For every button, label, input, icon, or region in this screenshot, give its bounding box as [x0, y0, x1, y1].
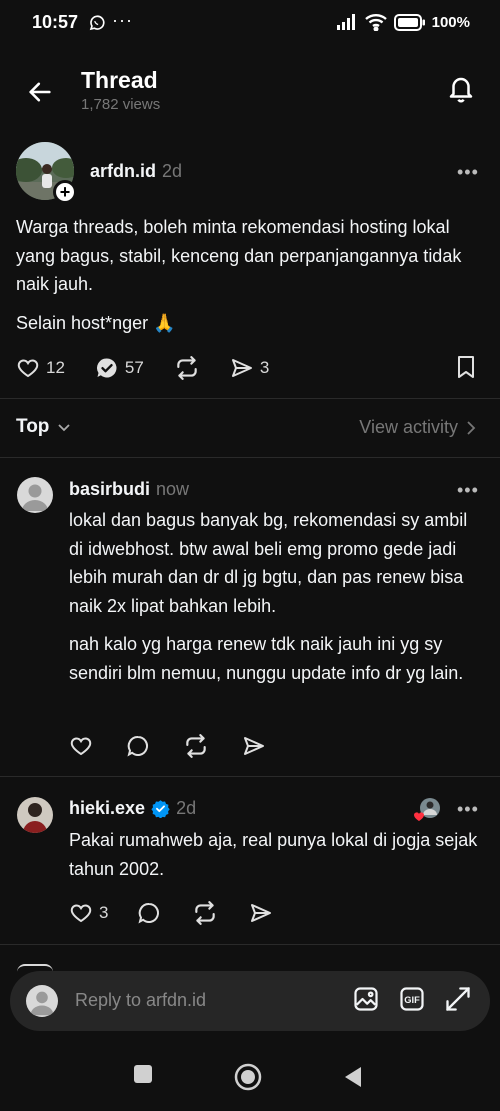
- avatar[interactable]: [17, 797, 53, 833]
- reply-button[interactable]: [137, 901, 161, 925]
- heart-icon: [70, 904, 92, 923]
- reply-input[interactable]: Reply to arfdn.id: [75, 990, 206, 1011]
- wifi-icon: [364, 14, 387, 31]
- liked-by-author-icon: [413, 797, 441, 823]
- reply-author[interactable]: basirbudi now: [69, 479, 189, 500]
- post-paragraph: Warga threads, boleh minta rekomendasi h…: [16, 217, 462, 294]
- more-options-icon[interactable]: •••: [457, 799, 479, 820]
- back-nav-button[interactable]: [343, 1066, 363, 1088]
- reply-count: 57: [124, 358, 144, 377]
- like-count: 12: [46, 358, 65, 377]
- follow-plus-icon[interactable]: +: [53, 180, 77, 204]
- like-button[interactable]: 3: [69, 901, 108, 925]
- like-count: 3: [99, 903, 109, 922]
- avatar: [26, 985, 58, 1017]
- recents-nav-button[interactable]: [133, 1064, 153, 1084]
- reply-time: now: [156, 479, 190, 499]
- reply-icon: [96, 358, 117, 378]
- divider: [0, 944, 500, 945]
- chevron-right-icon: [467, 420, 476, 435]
- repost-icon: [186, 734, 206, 758]
- reply-author-name[interactable]: hieki.exe: [69, 798, 145, 819]
- share-button[interactable]: 3: [230, 356, 269, 380]
- share-icon: [231, 359, 252, 377]
- avatar[interactable]: [17, 477, 53, 513]
- svg-text:GIF: GIF: [404, 995, 420, 1005]
- heart-icon: [17, 359, 39, 378]
- post-time: 2d: [162, 161, 183, 181]
- whatsapp-icon: [88, 14, 106, 32]
- more-options-icon[interactable]: •••: [457, 480, 479, 501]
- post-body: Warga threads, boleh minta rekomendasi h…: [16, 213, 486, 337]
- post-author[interactable]: arfdn.id 2d: [90, 161, 182, 182]
- status-indicators: 100%: [336, 13, 470, 31]
- status-more-icon: ···: [112, 10, 133, 30]
- reply-paragraph: Pakai rumahweb aja, real punya lokal di …: [69, 830, 478, 879]
- repost-icon: [177, 356, 197, 380]
- expand-icon[interactable]: [444, 985, 472, 1013]
- repost-button[interactable]: [192, 900, 218, 926]
- chevron-down-icon: [58, 424, 71, 432]
- arrow-left-icon[interactable]: [26, 78, 54, 106]
- repost-button[interactable]: [183, 733, 209, 759]
- reply-paragraph: nah kalo yg harga renew tdk naik jauh in…: [69, 634, 464, 683]
- reply-author[interactable]: hieki.exe 2d: [69, 798, 196, 819]
- reply-body: lokal dan bagus banyak bg, rekomendasi s…: [69, 506, 479, 687]
- comment-icon: [138, 902, 160, 924]
- view-activity-link[interactable]: View activity: [359, 417, 476, 438]
- heart-icon: [70, 737, 92, 756]
- reply-body: Pakai rumahweb aja, real punya lokal di …: [69, 826, 479, 883]
- page-title: Thread: [81, 67, 158, 93]
- post-paragraph: Selain host*nger 🙏: [16, 312, 176, 333]
- share-icon: [244, 737, 264, 755]
- status-time: 10:57: [32, 12, 79, 32]
- view-count: 1,782 views: [81, 96, 161, 113]
- repost-button[interactable]: [174, 355, 200, 381]
- reply-actions: 3: [69, 900, 273, 926]
- reply-paragraph: lokal dan bagus banyak bg, rekomendasi s…: [69, 510, 468, 616]
- share-button[interactable]: [242, 734, 266, 758]
- post-author-name[interactable]: arfdn.id: [90, 161, 156, 181]
- reply-author-name[interactable]: basirbudi: [69, 479, 150, 500]
- battery-icon: [393, 13, 425, 31]
- more-options-icon[interactable]: •••: [457, 162, 479, 183]
- bell-icon[interactable]: [446, 74, 476, 104]
- like-button[interactable]: 12: [16, 356, 65, 380]
- gif-icon[interactable]: GIF: [398, 985, 426, 1013]
- reply-time: 2d: [176, 798, 197, 818]
- post-actions: 12 57 3: [16, 355, 269, 381]
- reply-count-button[interactable]: 57: [95, 356, 144, 380]
- divider: [0, 776, 500, 777]
- sort-dropdown[interactable]: Top: [16, 416, 71, 438]
- sort-label[interactable]: Top: [16, 416, 49, 438]
- battery-percent: 100%: [431, 13, 470, 31]
- divider: [0, 457, 500, 458]
- repost-icon: [195, 901, 216, 925]
- reply-button[interactable]: [126, 734, 150, 758]
- bookmark-icon[interactable]: [455, 355, 477, 379]
- home-nav-button[interactable]: [234, 1063, 262, 1091]
- share-icon: [251, 904, 272, 922]
- divider: [0, 398, 500, 399]
- view-activity-label[interactable]: View activity: [359, 417, 458, 438]
- share-button[interactable]: [249, 901, 273, 925]
- composer-tools: GIF: [352, 985, 472, 1013]
- verified-icon: [151, 800, 170, 818]
- share-count: 3: [259, 358, 270, 377]
- reply-actions: [69, 733, 266, 759]
- image-icon[interactable]: [352, 985, 380, 1013]
- comment-icon: [127, 735, 148, 757]
- signal-icon: [336, 14, 355, 30]
- like-button[interactable]: [69, 734, 93, 758]
